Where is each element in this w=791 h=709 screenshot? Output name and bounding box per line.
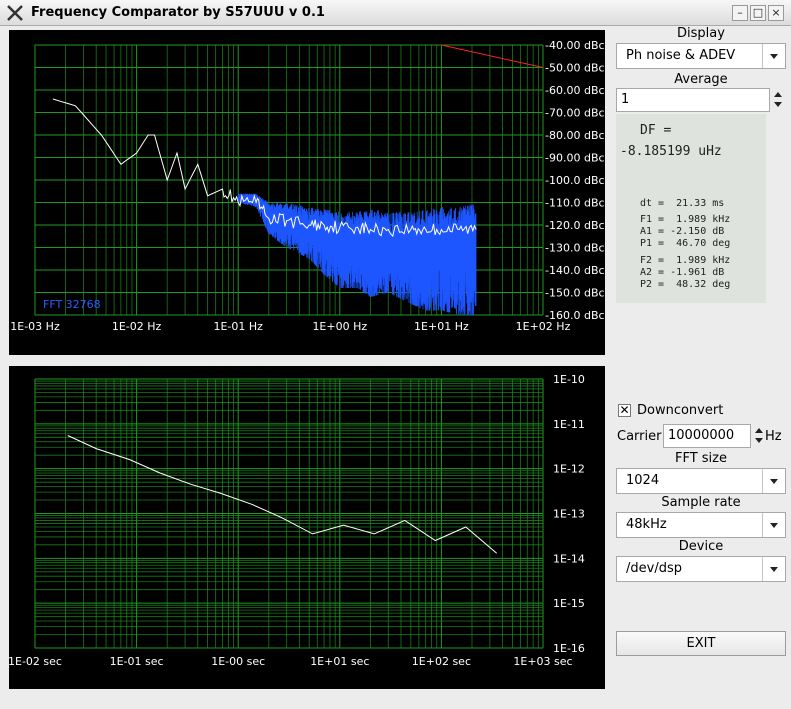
close-icon[interactable]: × [768, 5, 784, 21]
y-tick-label: -50.00 dBc [545, 62, 605, 75]
y-tick-label: -100.0 dBc [545, 174, 605, 187]
device-label: Device [678, 539, 724, 554]
x-tick-label: 1E+02 Hz [516, 320, 571, 333]
fft-size-label: FFT size [674, 451, 727, 466]
x-tick-label: 1E+01 sec [310, 655, 369, 668]
df-value: -8.185199 uHz [620, 144, 722, 159]
x-tick-label: 1E+00 Hz [312, 320, 367, 333]
device-value: /dev/dsp [626, 561, 682, 576]
x-tick-label: 1E-03 Hz [10, 320, 60, 333]
y-tick-label: 1E-16 [553, 642, 585, 655]
y-tick-label: 1E-14 [553, 552, 585, 565]
display-value: Ph noise & ADEV [626, 48, 736, 63]
display-label: Display [677, 26, 725, 41]
chevron-down-icon[interactable] [762, 557, 785, 581]
y-tick-label: 1E-12 [553, 463, 585, 476]
phase-noise-chart: -40.00 dBc -50.00 dBc -60.00 dBc -70.00 dBc… [10, 39, 605, 333]
average-stepper[interactable] [773, 88, 783, 112]
x-tick-label: 1E-02 sec [9, 655, 62, 668]
window-title: Frequency Comparator by S57UUU v 0.1 [31, 5, 325, 20]
y-tick-label: -80.00 dBc [545, 129, 605, 142]
carrier-input[interactable]: 10000000 [663, 424, 751, 448]
x-tick-label: 1E+01 Hz [414, 320, 469, 333]
p2-readout: P2 = 48.32 deg [640, 279, 731, 290]
p1-readout: P1 = 46.70 deg [640, 238, 731, 249]
y-tick-label: -70.00 dBc [545, 107, 605, 120]
arrow-up-icon[interactable] [774, 92, 782, 97]
dt-readout: dt = 21.33 ms [640, 198, 725, 209]
y-tick-label: -60.00 dBc [545, 84, 605, 97]
y-tick-label: -120.0 dBc [545, 219, 605, 232]
display-select[interactable]: Ph noise & ADEV [616, 43, 786, 69]
average-label: Average [674, 72, 728, 87]
title-bar[interactable]: Frequency Comparator by S57UUU v 0.1 – □… [0, 0, 791, 26]
a1-readout: A1 = -2.150 dB [640, 226, 725, 237]
exit-button[interactable]: EXIT [616, 631, 786, 656]
y-tick-label: 1E-15 [553, 597, 585, 610]
adev-chart: 1E-10 1E-11 1E-12 1E-13 1E-14 1E-15 1E-16 1E-02… [9, 373, 585, 668]
x-tick-label: 1E-01 sec [110, 655, 164, 668]
x-tick-label: 1E+03 sec [513, 655, 572, 668]
carrier-value: 10000000 [668, 428, 735, 443]
y-tick-label: 1E-10 [553, 373, 585, 386]
x-tick-label: 1E+02 sec [412, 655, 471, 668]
device-select[interactable]: /dev/dsp [616, 556, 786, 582]
x-logo-icon [7, 5, 23, 21]
sample-rate-label: Sample rate [661, 495, 741, 510]
average-input[interactable]: 1 [616, 88, 770, 112]
carrier-unit: Hz [765, 429, 782, 444]
downconvert-checkbox[interactable]: ✕ [618, 404, 631, 417]
reference-line [441, 44, 544, 68]
measurement-panel: DF = -8.185199 uHz dt = 21.33 ms F1 = 1.… [616, 114, 766, 303]
downconvert-label: Downconvert [637, 403, 724, 418]
x-tick-label: 1E-01 Hz [213, 320, 263, 333]
fft-size-select[interactable]: 1024 [616, 468, 786, 494]
y-tick-label: -150.0 dBc [545, 287, 605, 300]
y-tick-label: -90.00 dBc [545, 152, 605, 165]
f1-readout: F1 = 1.989 kHz [640, 214, 731, 225]
carrier-label: Carrier [617, 429, 662, 444]
fft-size-value: 1024 [626, 473, 660, 488]
y-tick-label: -40.00 dBc [545, 39, 605, 52]
y-tick-label: -130.0 dBc [545, 242, 605, 255]
fft-size-annotation: FFT 32768 [43, 298, 101, 311]
arrow-down-icon[interactable] [774, 102, 782, 107]
a2-readout: A2 = -1.961 dB [640, 267, 725, 278]
sample-rate-select[interactable]: 48kHz [616, 512, 786, 538]
f2-readout: F2 = 1.989 kHz [640, 255, 731, 266]
adev-plot: 1E-10 1E-11 1E-12 1E-13 1E-14 1E-15 1E-16 1E-02… [9, 366, 605, 689]
y-tick-label: -110.0 dBc [545, 197, 605, 210]
sample-rate-value: 48kHz [626, 517, 667, 532]
df-label: DF = [640, 123, 672, 138]
carrier-stepper[interactable] [754, 424, 764, 448]
chevron-down-icon[interactable] [762, 44, 785, 68]
minimize-icon[interactable]: – [732, 5, 748, 21]
chevron-down-icon[interactable] [762, 513, 785, 537]
x-tick-label: 1E-00 sec [211, 655, 265, 668]
y-tick-label: 1E-13 [553, 508, 585, 521]
y-tick-label: 1E-11 [553, 418, 585, 431]
y-tick-label: -140.0 dBc [545, 264, 605, 277]
arrow-down-icon[interactable] [755, 438, 763, 443]
spectrum-band [237, 193, 477, 315]
average-value: 1 [621, 92, 630, 107]
x-tick-label: 1E-02 Hz [112, 320, 162, 333]
chevron-down-icon[interactable] [762, 469, 785, 493]
arrow-up-icon[interactable] [755, 428, 763, 433]
maximize-icon[interactable]: □ [750, 5, 766, 21]
phase-noise-plot: -40.00 dBc -50.00 dBc -60.00 dBc -70.00 dBc… [9, 30, 605, 355]
